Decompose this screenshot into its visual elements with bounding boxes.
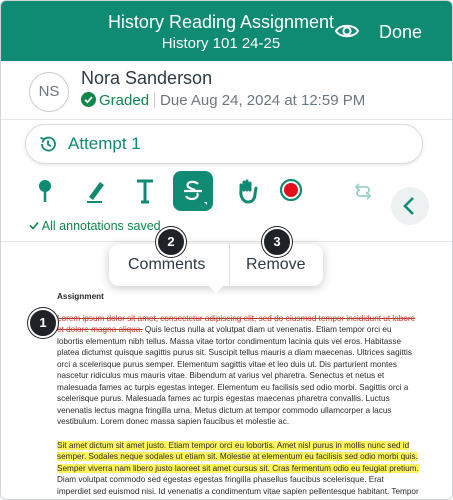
eye-icon[interactable] — [334, 21, 360, 41]
paragraph-text: Diam volutpat commodo sed egestas egesta… — [57, 475, 419, 499]
comments-menu-item[interactable]: Comments — [128, 256, 205, 274]
header-bar: History Reading Assignment History 101 2… — [1, 1, 452, 61]
callout-badge-3: 3 — [262, 227, 292, 257]
check-circle-icon — [81, 92, 96, 107]
remove-menu-item[interactable]: Remove — [246, 256, 306, 274]
save-status: All annotations saved — [29, 219, 161, 233]
text-icon[interactable] — [125, 171, 165, 211]
assignment-title: History Reading Assignment — [107, 12, 335, 32]
highlight-annotation[interactable]: Sit amet dictum sit amet justo. Etiam te… — [57, 440, 419, 473]
divider — [154, 92, 156, 108]
collapse-button[interactable] — [391, 187, 429, 225]
annotation-context-menu: Comments Remove — [109, 244, 323, 293]
avatar[interactable]: NS — [29, 72, 69, 112]
record-icon[interactable] — [271, 171, 311, 211]
document-preview[interactable]: Assignment Lorem ipsum dolor sit amet, c… — [57, 291, 419, 499]
divider — [1, 241, 452, 242]
attempt-selector[interactable]: Attempt 1 — [25, 124, 423, 164]
menu-pointer — [207, 284, 225, 293]
callout-badge-2: 2 — [156, 227, 186, 257]
check-icon — [29, 219, 39, 233]
document-heading: Assignment — [57, 292, 104, 301]
status-badge: Graded — [99, 92, 150, 109]
save-status-text: All annotations saved — [41, 219, 161, 233]
course-subtitle: History 101 24-25 — [161, 35, 281, 52]
due-date: Due Aug 24, 2024 at 12:59 PM — [160, 92, 366, 109]
submission-status: Graded Due Aug 24, 2024 at 12:59 PM — [81, 92, 365, 109]
attempt-label: Attempt 1 — [68, 134, 141, 153]
student-header: NS Nora Sanderson Graded Due Aug 24, 2024… — [1, 61, 452, 120]
chevron-left-icon — [391, 197, 429, 229]
strikethrough-icon[interactable] — [173, 171, 213, 211]
speedgrader-screen: History Reading Assignment History 101 2… — [0, 0, 453, 500]
history-icon — [38, 134, 58, 154]
divider — [229, 244, 230, 286]
hand-icon[interactable] — [227, 171, 267, 211]
pin-icon[interactable] — [25, 171, 65, 211]
document-paragraph: Sit amet dictum sit amet justo. Etiam te… — [57, 440, 419, 499]
student-name[interactable]: Nora Sanderson — [81, 68, 212, 89]
document-paragraph: Lorem ipsum dolor sit amet, consectetur … — [57, 313, 419, 428]
paragraph-text: Quis lectus nulla at volutpat diam ut ve… — [57, 325, 412, 426]
annotation-toolbar — [1, 171, 452, 215]
undo-redo-icon[interactable] — [343, 171, 383, 211]
highlighter-icon[interactable] — [75, 171, 115, 211]
done-button[interactable]: Done — [379, 22, 422, 43]
callout-badge-1: 1 — [28, 308, 58, 338]
